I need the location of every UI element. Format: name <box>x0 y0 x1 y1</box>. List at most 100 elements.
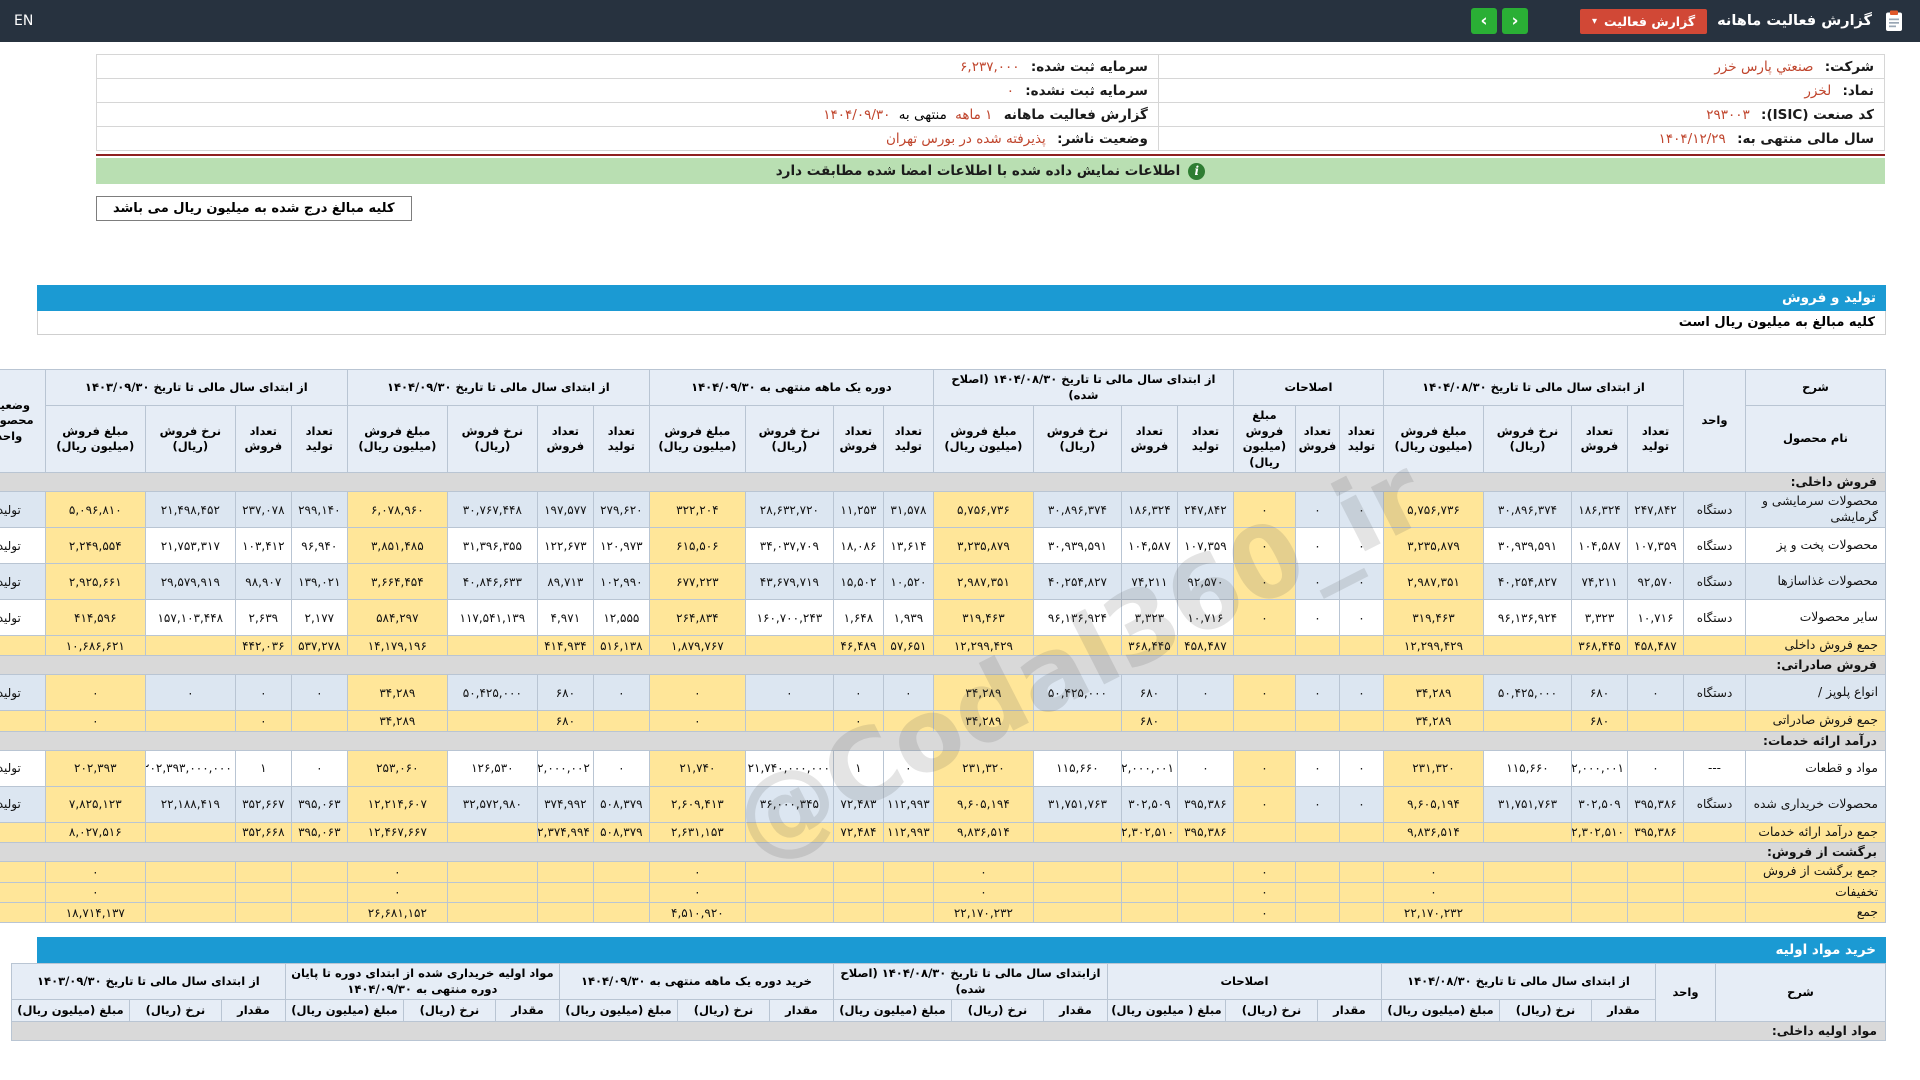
value-cell: ۲۲,۱۷۰,۲۳۲ <box>932 901 1034 924</box>
value-cell: ۵۰,۴۲۵,۰۰۰ <box>446 674 538 712</box>
value-cell: ۱۸,۷۱۴,۱۳۷ <box>44 901 146 924</box>
value-cell: ۰ <box>1232 901 1296 924</box>
field-label: سال مالی منتهی به: <box>1737 130 1874 147</box>
value-cell: ۱۱,۲۵۳ <box>832 491 884 529</box>
value-cell <box>1627 861 1684 883</box>
column-header: مبلغ فروش (میلیون ریال) <box>346 405 448 474</box>
value-cell: ۱۱۵,۶۶۰ <box>1032 749 1122 787</box>
value-cell: ۱۰,۷۱۶ <box>1627 599 1684 637</box>
column-header: شرح <box>1715 963 1886 1023</box>
value-cell: ۳۱۹,۴۶۳ <box>932 599 1034 637</box>
value-cell: ۲,۰۰۰,۰۰۲ <box>536 749 594 787</box>
value-cell: ۳۰,۹۳۹,۵۹۱ <box>1483 527 1572 565</box>
value-cell <box>1294 710 1340 732</box>
value-cell: ۰ <box>1338 563 1384 601</box>
table-row: فروش صادراتی: <box>0 655 1887 676</box>
value-cell: ۶۸۰ <box>1120 674 1178 712</box>
signed-info-text: اطلاعات نمایش داده شده با اطلاعات امضا ش… <box>775 163 1181 179</box>
field-label: سرمایه ثبت شده: <box>1030 58 1148 75</box>
value-cell <box>1032 710 1122 732</box>
value-cell <box>1338 881 1384 903</box>
field-label: نماد: <box>1842 82 1874 99</box>
value-cell: ۲۵۳,۰۶۰ <box>346 749 448 787</box>
table-head: شرح واحد از ابتدای سال مالی تا تاریخ ۱۴۰۴/… <box>0 368 1886 474</box>
column-group-header: از ابتدای سال مالی تا تاریخ ۱۴۰۳/۰۹/۳۰ <box>10 963 286 1001</box>
value-cell: ۷۴,۲۱۱ <box>1120 563 1178 601</box>
value-cell: ۲,۰۰۰,۰۰۱ <box>1571 749 1628 787</box>
value-cell: ۲۴۷,۸۴۲ <box>1176 491 1234 529</box>
value-cell: ۳,۸۵۱,۴۸۵ <box>346 527 448 565</box>
chevron-down-icon: ▾ <box>1592 15 1598 27</box>
value-cell: ۳۵۲,۶۶۸ <box>234 821 292 844</box>
table-row: سایر محصولات دستگاه ۱۰,۷۱۶ ۳,۳۲۳ ۹۶,۱۳۶,۹۲۴ ۳… <box>0 599 1886 637</box>
field-label: سرمایه ثبت نشده: <box>1025 82 1148 99</box>
value-cell <box>1483 881 1572 903</box>
value-cell: ۰ <box>1232 674 1296 712</box>
value-cell: ۳,۳۲۳ <box>1571 599 1628 637</box>
field-label: وضعیت ناشر: <box>1057 130 1148 147</box>
value-cell: ۳۰,۸۹۶,۳۷۴ <box>1483 491 1572 529</box>
value-cell <box>1571 861 1628 883</box>
value-cell: ۰ <box>592 749 650 787</box>
value-cell <box>1232 635 1296 657</box>
value-cell <box>882 881 934 903</box>
value-cell: ۱۰۷,۳۵۹ <box>1627 527 1684 565</box>
value-cell <box>1232 821 1296 844</box>
value-cell <box>1176 901 1234 924</box>
value-cell: ۳,۲۳۵,۸۷۹ <box>1382 527 1485 565</box>
activity-report-button-label: گزارش فعالیت <box>1604 13 1696 29</box>
value-cell: ۰ <box>1294 674 1340 712</box>
value-cell: ۲,۶۳۱,۱۵۳ <box>648 821 746 844</box>
value-cell: ۱۱۲,۹۹۳ <box>882 821 934 844</box>
value-cell: ۹,۶۰۵,۱۹۴ <box>932 785 1034 823</box>
table-row: جمع فروش صادراتی ۶۸۰ ۳۴,۲۸۹ ۶۸۰ ۳۴,۲۸۹ ۰ ۰ ۶۸۰ ۳… <box>0 710 1886 732</box>
column-header: مبلغ (میلیون ریال) <box>284 999 404 1023</box>
unit-cell: دستگاه <box>1683 491 1746 529</box>
nav-previous-button[interactable]: ‹ <box>1502 8 1528 34</box>
value-cell <box>1627 881 1684 903</box>
column-header: شرح <box>1745 368 1886 407</box>
value-cell: ۲,۳۰۲,۵۱۰ <box>1120 821 1178 844</box>
value-cell: ۳۰,۸۹۶,۳۷۴ <box>1032 491 1122 529</box>
value-cell <box>882 710 934 732</box>
production-sales-table: شرح واحد از ابتدای سال مالی تا تاریخ ۱۴۰۴/… <box>0 368 1887 924</box>
value-cell: ۰ <box>1294 491 1340 529</box>
nav-next-button[interactable]: › <box>1471 8 1497 34</box>
info-icon: i <box>1188 162 1206 180</box>
value-cell: ۱۸۶,۳۲۴ <box>1571 491 1628 529</box>
column-header: نرخ (ریال) <box>402 999 496 1023</box>
value-cell: ۰ <box>648 674 746 712</box>
column-group-header: از ابتدای سال مالی تا تاریخ ۱۴۰۴/۰۸/۳۰ <box>1382 368 1685 407</box>
product-name-cell: جمع درآمد ارائه خدمات <box>1745 821 1886 844</box>
value-cell: ۹۲,۵۷۰ <box>1176 563 1234 601</box>
value-cell: ۶۷۷,۲۲۳ <box>648 563 746 601</box>
value-cell: ۰ <box>1232 785 1296 823</box>
product-name-cell: سایر محصولات <box>1745 599 1886 637</box>
value-cell: ۱,۹۳۹ <box>882 599 934 637</box>
value-cell: ۳۲,۵۷۲,۹۸۰ <box>446 785 538 823</box>
value-cell <box>1032 821 1122 844</box>
value-cell: ۰ <box>234 710 292 732</box>
column-header: نرخ (ریال) <box>1224 999 1318 1023</box>
value-cell <box>144 861 236 883</box>
header-subrow: نام محصول تعداد تولید تعداد فروش نرخ فروش (… <box>0 405 1886 474</box>
column-header: مقدار <box>494 999 560 1023</box>
company-info-section: شرکت: صنعتي پارس خزر سرمایه ثبت شده: ۶,۲… <box>96 54 1886 221</box>
amounts-note: کلیه مبالغ درج شده به میلیون ریال می باش… <box>96 196 412 221</box>
raw-materials-table: شرح واحد از ابتدای سال مالی تا تاریخ ۱۴۰۴/… <box>10 963 1887 1042</box>
field-text: منتهی به <box>898 106 947 123</box>
activity-report-button[interactable]: گزارش فعالیت ▾ <box>1580 8 1708 34</box>
status-cell: تولید <box>0 599 46 637</box>
column-group-header: از ابتدای سال مالی تا تاریخ ۱۴۰۳/۰۹/۳۰ <box>44 368 348 407</box>
value-cell: ۳۶۸,۴۴۵ <box>1120 635 1178 657</box>
value-cell: ۳۵۲,۶۶۷ <box>234 785 292 823</box>
value-cell: ۰ <box>648 861 746 883</box>
column-header: تعداد فروش <box>1571 405 1628 474</box>
language-toggle[interactable]: EN <box>14 13 33 29</box>
report-period-field: گزارش فعالیت ماهانه ۱ ماهه منتهی به ۱۴۰۴… <box>96 102 1159 127</box>
value-cell: ۶۸۰ <box>536 710 594 732</box>
column-header: مبلغ فروش (میلیون ریال) <box>1232 405 1296 474</box>
column-header: مبلغ (میلیون ریال) <box>1380 999 1501 1023</box>
field-label: گزارش فعالیت ماهانه <box>1003 106 1148 123</box>
value-cell: ۳۱۹,۴۶۳ <box>1382 599 1485 637</box>
